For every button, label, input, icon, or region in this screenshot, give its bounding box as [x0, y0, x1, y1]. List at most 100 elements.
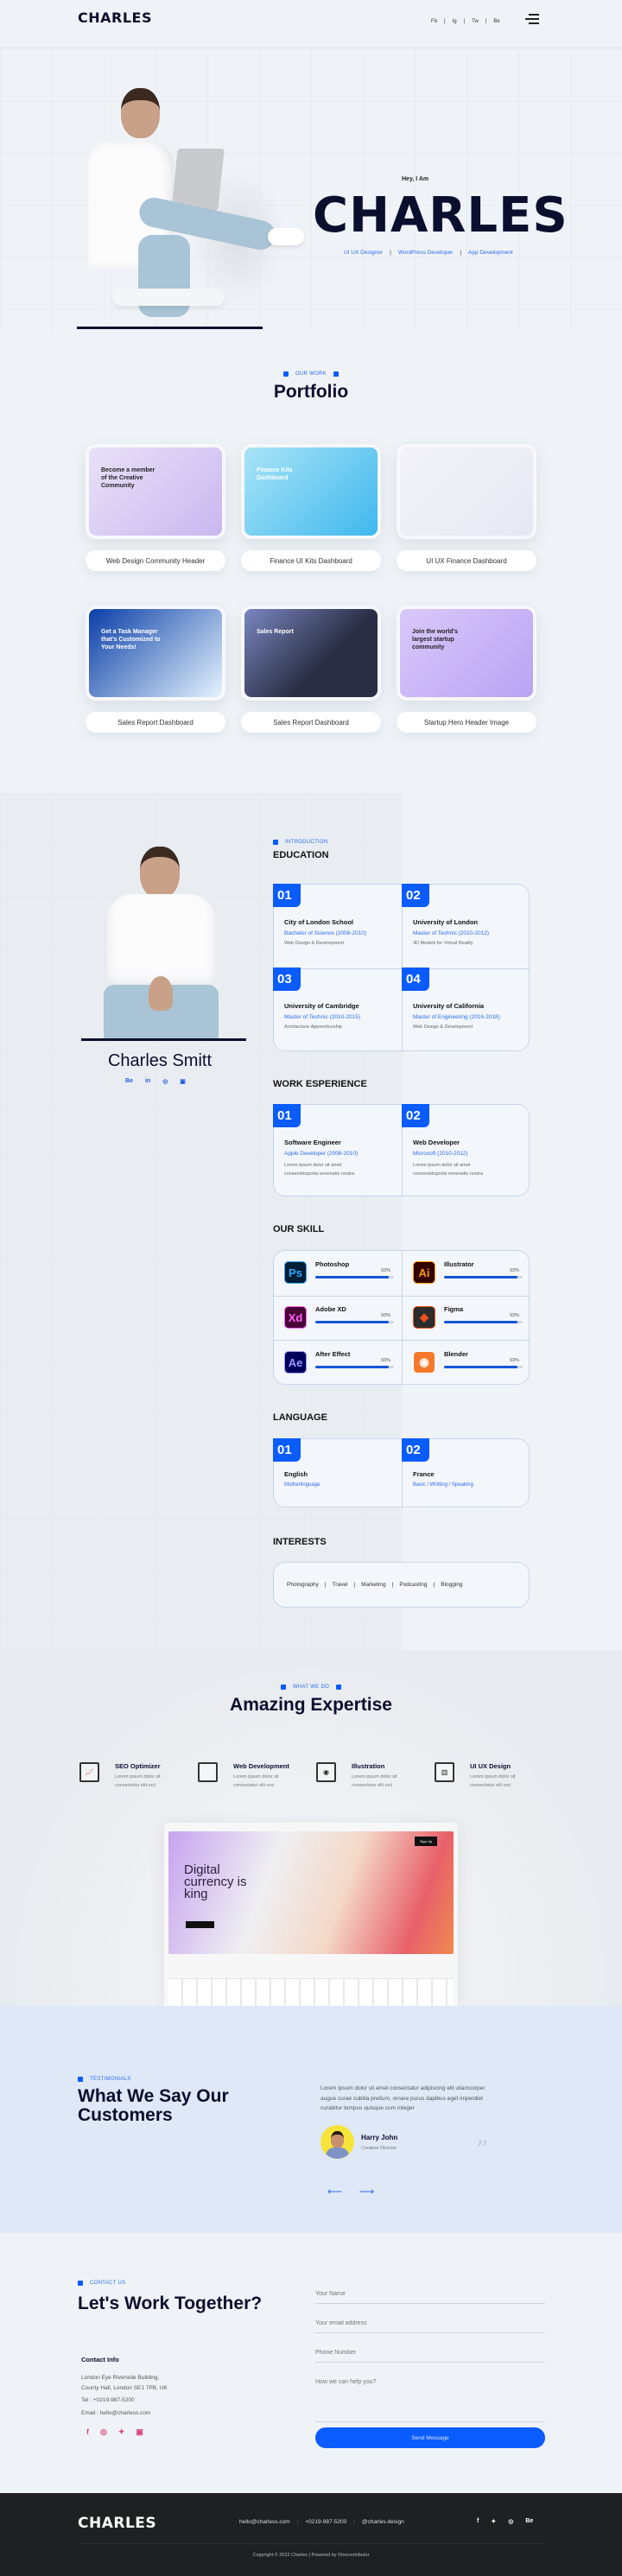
facebook-icon[interactable]: f [86, 2427, 89, 2437]
thumbnail-title: Sales Report [257, 629, 294, 635]
figma-icon: ◆ [413, 1306, 435, 1329]
portfolio-thumbnail: Sales Report [244, 609, 378, 697]
interest: Marketing [361, 1582, 386, 1588]
about-photo [104, 847, 219, 1039]
thumbnail-title: Join the world's largest startup communi… [412, 629, 459, 650]
skill-item: ◆ Figma 93% [402, 1295, 530, 1340]
footer-logo[interactable]: CHARLES [78, 2515, 156, 2532]
photo-underline [81, 1038, 246, 1041]
author-name: Harry John [361, 2134, 398, 2141]
design-icon: ▥ [435, 1762, 454, 1782]
header-social: Fb | Ig | Tw | Be [431, 19, 500, 24]
skill-percent: 93% [510, 1268, 520, 1273]
behance-icon[interactable]: Be [525, 2518, 533, 2525]
laptop-signup: Sign Up [415, 1837, 438, 1846]
portfolio-caption[interactable]: Sales Report Dashboard [241, 712, 381, 733]
portfolio-card[interactable]: Get a Task Manager that's Customized to … [86, 606, 225, 701]
send-message-button[interactable]: Send Message [315, 2427, 545, 2448]
expertise-title: Web Development [233, 1762, 289, 1770]
skill-title: OUR SKILL [273, 1224, 325, 1234]
contact-address-2: County Hall, London SE1 7PB, UK [81, 2385, 168, 2391]
skill-progress-bar [315, 1321, 394, 1323]
header: CHARLES Fb | Ig | Tw | Be [0, 0, 622, 48]
facebook-icon[interactable]: f [477, 2518, 479, 2525]
thumbnail-title: Get a Task Manager that's Customized to … [101, 629, 161, 650]
dribbble-icon[interactable]: ◎ [162, 1078, 168, 1085]
instagram-icon[interactable]: ▣ [136, 2427, 143, 2437]
portfolio-card[interactable]: Join the world's largest startup communi… [397, 606, 536, 701]
hero-section: Hey, I Am CHARLES UI UX Designer | WordPr… [0, 49, 622, 330]
portfolio-caption[interactable]: Finance UI Kits Dashboard [241, 550, 381, 571]
portfolio-caption[interactable]: Web Design Community Header [86, 550, 225, 571]
hamburger-icon[interactable] [525, 14, 539, 24]
hero-name: CHARLES [313, 187, 568, 244]
footer-divider [78, 2543, 544, 2544]
logo[interactable]: CHARLES [78, 10, 152, 26]
education-item: 01 City of London School Bachelor of Sci… [273, 884, 401, 968]
social-link-ig[interactable]: Ig [453, 19, 457, 24]
linkedin-icon[interactable]: in [145, 1078, 150, 1085]
after-effect-icon: Ae [284, 1351, 307, 1374]
hero-roles: UI UX Designer | WordPress Developer | App… [344, 250, 513, 256]
item-number: 03 [273, 968, 301, 991]
dribbble-icon[interactable]: ◎ [100, 2427, 107, 2437]
seo-chart-icon: 📈 [79, 1762, 99, 1782]
instagram-icon[interactable]: ▣ [180, 1078, 186, 1085]
interest: Podcasting [399, 1582, 428, 1588]
skill-percent: 93% [381, 1313, 391, 1318]
portfolio-caption[interactable]: UI UX Finance Dashboard [397, 550, 536, 571]
phone-input[interactable] [315, 2344, 545, 2363]
skill-item: Ps Photoshop 93% [273, 1250, 401, 1295]
next-arrow-icon[interactable]: ⟶ [359, 2186, 374, 2198]
item-number: 02 [402, 884, 429, 907]
twitter-icon[interactable]: ✦ [491, 2518, 496, 2525]
keyboard [168, 1978, 454, 2006]
message-textarea[interactable] [315, 2375, 545, 2422]
behance-icon[interactable]: Be [125, 1078, 133, 1085]
portfolio-card[interactable]: Sales Report [241, 606, 381, 701]
footer-phone-link[interactable]: +0219-987-5200 [305, 2519, 346, 2525]
skill-name: Adobe XD [315, 1305, 346, 1313]
expertise-desc: Lorem ipsum dolor sit consectetur elit o… [470, 1774, 516, 1788]
social-link-tw[interactable]: Tw [472, 19, 479, 24]
company: Apple Developer (2008-2010) [284, 1151, 359, 1157]
portfolio-card[interactable] [397, 444, 536, 539]
contact-email: Email : hello@charless.com [81, 2410, 151, 2416]
expertise-desc: Lorem ipsum dolor sit consectetur elit o… [115, 1774, 161, 1788]
portfolio-thumbnail: Join the world's largest startup communi… [400, 609, 533, 697]
skill-progress-bar [315, 1366, 394, 1368]
dribbble-icon[interactable]: ◎ [508, 2518, 513, 2525]
portfolio-card[interactable]: Become a member of the Creative Communit… [86, 444, 225, 539]
social-link-fb[interactable]: Fb [431, 19, 437, 24]
language-title: LANGUAGE [273, 1412, 327, 1423]
skill-name: Illustrator [444, 1260, 474, 1268]
testimonial-quote: Lorem ipsum dolor sit amet consectatur a… [321, 2085, 486, 2111]
photoshop-icon: Ps [284, 1261, 307, 1284]
degree: Bachelor of Science (2008-2010) [284, 930, 367, 936]
education-desc: 3D Models for Virtual Reality [413, 941, 473, 946]
portfolio-card[interactable]: Finance Kits Dashboard [241, 444, 381, 539]
expertise-desc: Lorem ipsum dolor sit consectetur elit o… [233, 1774, 279, 1788]
contact-address-1: London Eye Riverside Building, [81, 2375, 160, 2381]
degree: Master of Engineering (2016-2018) [413, 1014, 500, 1020]
email-input[interactable] [315, 2314, 545, 2333]
education-desc: Architecture Apprenticeship [284, 1025, 342, 1030]
portfolio-caption[interactable]: Startup Hero Header Image [397, 712, 536, 733]
item-number: 01 [273, 884, 301, 907]
expertise-item: Web Development Lorem ipsum dolor sit co… [198, 1762, 310, 1797]
interests-box: Photography | Travel | Marketing | Podcasti… [273, 1562, 530, 1608]
thumbnail-title: Become a member of the Creative Communit… [101, 467, 156, 489]
language-level: Basic / Writting / Speaking [413, 1482, 473, 1488]
prev-arrow-icon[interactable]: ⟵ [327, 2186, 342, 2198]
job-role: Web Developer [413, 1139, 460, 1146]
footer-handle-link[interactable]: @charles-design [362, 2519, 404, 2525]
name-input[interactable] [315, 2285, 545, 2304]
social-link-be[interactable]: Be [493, 19, 499, 24]
portfolio-caption[interactable]: Sales Report Dashboard [86, 712, 225, 733]
degree: Master of Technic (2010-2012) [413, 930, 490, 936]
footer-email-link[interactable]: hello@charless.com [239, 2519, 290, 2525]
twitter-icon[interactable]: ✦ [118, 2427, 125, 2437]
expertise-item: 📈 SEO Optimizer Lorem ipsum dolor sit co… [79, 1762, 192, 1797]
skill-name: Photoshop [315, 1260, 350, 1268]
education-item: 03 University of Cambridge Master of Tec… [273, 968, 401, 1051]
